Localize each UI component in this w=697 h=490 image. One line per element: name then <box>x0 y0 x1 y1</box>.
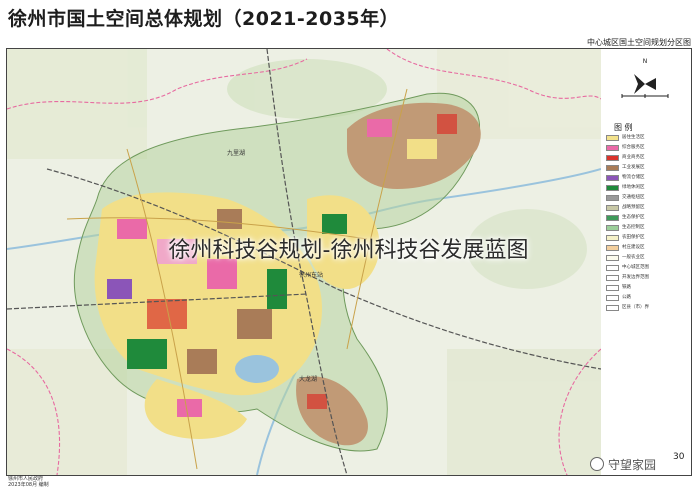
map-label: 九里湖 <box>227 149 245 157</box>
legend-swatch <box>606 295 619 301</box>
legend-item: 区县（市）界 <box>606 304 688 312</box>
legend-label: 居住生活区 <box>622 135 645 140</box>
footer-stamp: 徐州市人民政府 2023年08月 编制 <box>8 476 49 488</box>
legend-label: 区县（市）界 <box>622 305 649 310</box>
legend-item: 商业商务区 <box>606 154 688 162</box>
legend-label: 生态控制区 <box>622 225 645 230</box>
legend-item: 物流仓储区 <box>606 174 688 182</box>
legend-swatch <box>606 155 619 161</box>
wechat-icon <box>590 457 604 471</box>
legend-label: 中心城区范围 <box>622 265 649 270</box>
map-subtitle: 中心城区国土空间规划分区图 <box>587 38 691 47</box>
legend-swatch <box>606 185 619 191</box>
legend-label: 开发边界范围 <box>622 275 649 280</box>
legend-swatch <box>606 145 619 151</box>
legend-swatch <box>606 195 619 201</box>
legend-item: 工业发展区 <box>606 164 688 172</box>
legend-item: 公路 <box>606 294 688 302</box>
overlay-caption: 徐州科技谷规划-徐州科技谷发展蓝图 <box>168 238 529 263</box>
title-bar: 徐州市国土空间总体规划（2021-2035年） <box>0 0 697 34</box>
legend-label: 综合服务区 <box>622 145 645 150</box>
legend-item: 生态控制区 <box>606 224 688 232</box>
legend-item: 中心城区范围 <box>606 264 688 272</box>
legend-swatch <box>606 285 619 291</box>
stamp-line-2: 2023年08月 编制 <box>8 482 49 488</box>
north-label: N <box>642 58 648 65</box>
legend-label: 交通枢纽区 <box>622 195 645 200</box>
legend-swatch <box>606 135 619 141</box>
legend-item: 战略预留区 <box>606 204 688 212</box>
legend-label: 战略预留区 <box>622 205 645 210</box>
legend-swatch <box>606 215 619 221</box>
legend-title: 图 例 <box>614 123 633 132</box>
legend-item: 铁路 <box>606 284 688 292</box>
map-label: 徐州东站 <box>299 271 323 279</box>
legend-label: 工业发展区 <box>622 165 645 170</box>
legend-label: 公路 <box>622 295 631 300</box>
watermark: 守望家园 <box>590 454 690 476</box>
legend-label: 生态保护区 <box>622 215 645 220</box>
legend-label: 商业商务区 <box>622 155 645 160</box>
legend-item: 开发边界范围 <box>606 274 688 282</box>
legend: 图 例 居住生活区综合服务区商业商务区工业发展区物流仓储区绿地休闲区交通枢纽区战… <box>602 118 688 318</box>
legend-label: 铁路 <box>622 285 631 290</box>
compass-rose: N <box>612 56 678 102</box>
page-title: 徐州市国土空间总体规划（2021-2035年） <box>8 8 400 30</box>
legend-swatch <box>606 225 619 231</box>
legend-item: 居住生活区 <box>606 134 688 142</box>
legend-item: 绿地休闲区 <box>606 184 688 192</box>
legend-swatch <box>606 205 619 211</box>
legend-item: 交通枢纽区 <box>606 194 688 202</box>
map-label: 大龙湖 <box>299 375 317 383</box>
legend-swatch <box>606 305 619 311</box>
legend-label: 绿地休闲区 <box>622 185 645 190</box>
legend-swatch <box>606 175 619 181</box>
legend-swatch <box>606 265 619 271</box>
legend-swatch <box>606 165 619 171</box>
watermark-text: 守望家园 <box>608 458 657 472</box>
legend-label: 物流仓储区 <box>622 175 645 180</box>
legend-swatch <box>606 275 619 281</box>
legend-item: 综合服务区 <box>606 144 688 152</box>
legend-item: 生态保护区 <box>606 214 688 222</box>
